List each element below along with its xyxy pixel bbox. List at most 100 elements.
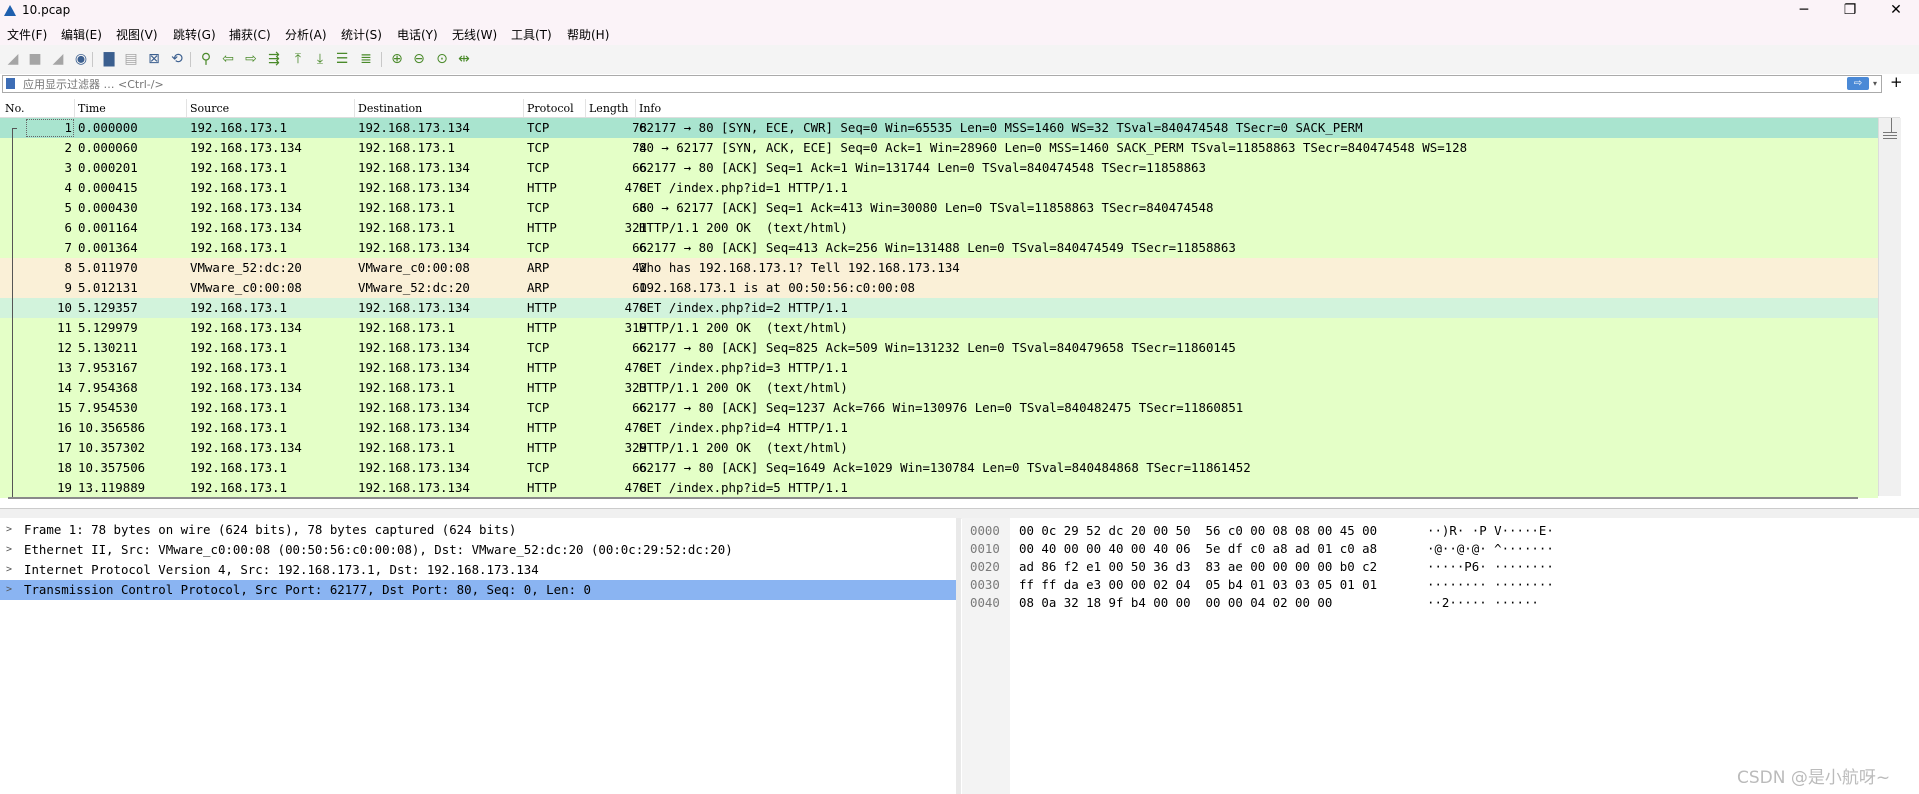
zoom-in-icon[interactable]: ⊕: [388, 50, 406, 68]
details-tree-item[interactable]: > Frame 1: 78 bytes on wire (624 bits), 7…: [0, 520, 956, 540]
close-file-icon[interactable]: ⊠: [145, 50, 163, 68]
menu-capture[interactable]: 捕获(C): [229, 26, 271, 43]
menu-analyze[interactable]: 分析(A): [285, 26, 327, 43]
packet-protocol: HTTP: [527, 440, 557, 455]
column-divider[interactable]: [186, 99, 187, 117]
column-header-destination[interactable]: Destination: [358, 102, 422, 115]
go-forward-icon[interactable]: ⇨: [242, 50, 260, 68]
packet-row[interactable]: 18 10.357506 192.168.173.1 192.168.173.134 T…: [0, 458, 1878, 478]
expand-chevron-icon[interactable]: >: [6, 560, 12, 580]
packet-number: 2: [64, 140, 72, 155]
details-tree-item[interactable]: > Transmission Control Protocol, Src Port…: [0, 580, 956, 600]
menu-go[interactable]: 跳转(G): [173, 26, 216, 43]
column-header-no[interactable]: No.: [5, 102, 25, 115]
start-capture-icon[interactable]: ◢: [4, 50, 22, 68]
column-divider[interactable]: [635, 99, 636, 117]
auto-scroll-icon[interactable]: ☰: [333, 50, 351, 68]
menu-wireless[interactable]: 无线(W): [452, 26, 497, 43]
save-file-icon[interactable]: ▤: [122, 50, 140, 68]
packet-destination: 192.168.173.134: [358, 240, 470, 255]
packet-row[interactable]: 4 0.000415 192.168.173.1 192.168.173.134 HTT…: [0, 178, 1878, 198]
menu-statistics[interactable]: 统计(S): [341, 26, 382, 43]
details-tree-item[interactable]: > Ethernet II, Src: VMware_c0:00:08 (00:5…: [0, 540, 956, 560]
menu-file[interactable]: 文件(F): [7, 26, 47, 43]
packet-row[interactable]: 8 5.011970 VMware_52:dc:20 VMware_c0:00:08 A…: [0, 258, 1878, 278]
find-packet-icon[interactable]: ⚲: [197, 50, 215, 68]
packet-row[interactable]: 6 0.001164 192.168.173.134 192.168.173.1 HTT…: [0, 218, 1878, 238]
go-first-icon[interactable]: ⤒: [289, 50, 307, 68]
packet-row[interactable]: 16 10.356586 192.168.173.1 192.168.173.134 H…: [0, 418, 1878, 438]
filter-bookmark-icon[interactable]: [6, 78, 15, 89]
packet-time: 5.129357: [78, 300, 138, 315]
menu-help[interactable]: 帮助(H): [567, 26, 609, 43]
capture-options-icon[interactable]: ◉: [72, 50, 90, 68]
packet-row[interactable]: 10 5.129357 192.168.173.1 192.168.173.134 HT…: [0, 298, 1878, 318]
go-last-icon[interactable]: ⤓: [311, 50, 329, 68]
packet-number: 14: [57, 380, 72, 395]
expand-chevron-icon[interactable]: >: [6, 540, 12, 560]
apply-filter-button[interactable]: ⇨: [1847, 77, 1869, 90]
menu-telephony[interactable]: 电话(Y): [397, 26, 438, 43]
toolbar-separator: [381, 52, 382, 67]
packet-protocol: TCP: [527, 400, 550, 415]
menu-view[interactable]: 视图(V): [116, 26, 158, 43]
filter-history-dropdown[interactable]: ▾: [1873, 77, 1883, 91]
packet-row[interactable]: 13 7.953167 192.168.173.1 192.168.173.134 HT…: [0, 358, 1878, 378]
go-back-icon[interactable]: ⇦: [219, 50, 237, 68]
resize-columns-icon[interactable]: ⇹: [455, 50, 473, 68]
expand-chevron-icon[interactable]: >: [6, 520, 12, 540]
column-divider[interactable]: [523, 99, 524, 117]
column-header-time[interactable]: Time: [78, 102, 106, 115]
column-divider[interactable]: [74, 99, 75, 117]
packet-number: 7: [64, 240, 72, 255]
packet-row[interactable]: 11 5.129979 192.168.173.134 192.168.173.1 HT…: [0, 318, 1878, 338]
restore-button[interactable]: ❐: [1827, 0, 1873, 21]
packet-row[interactable]: 15 7.954530 192.168.173.1 192.168.173.134 TC…: [0, 398, 1878, 418]
zoom-out-icon[interactable]: ⊖: [410, 50, 428, 68]
main-toolbar: ◢ ■ ◢ ◉ ▇ ▤ ⊠ ⟲ ⚲ ⇦ ⇨ ⇶ ⤒ ⤓ ☰ ≣ ⊕ ⊖ ⊙ ⇹: [0, 45, 1919, 75]
packet-row[interactable]: 12 5.130211 192.168.173.1 192.168.173.134 TC…: [0, 338, 1878, 358]
packet-list-minimap-scrollbar[interactable]: [1878, 118, 1901, 496]
conversation-bracket: [12, 128, 13, 498]
minimize-button[interactable]: ─: [1781, 0, 1827, 21]
column-divider[interactable]: [354, 99, 355, 117]
details-tree-item[interactable]: > Internet Protocol Version 4, Src: 192.1…: [0, 560, 956, 580]
packet-protocol: HTTP: [527, 300, 557, 315]
bytes-hex: 08 0a 32 18 9f b4 00 00 00 00 04 02 00 0…: [1019, 595, 1333, 610]
packet-row[interactable]: 5 0.000430 192.168.173.134 192.168.173.1 TCP…: [0, 198, 1878, 218]
expand-chevron-icon[interactable]: >: [6, 580, 12, 600]
menu-edit[interactable]: 编辑(E): [61, 26, 102, 43]
details-tree-label: Internet Protocol Version 4, Src: 192.16…: [24, 562, 539, 577]
packet-destination: VMware_52:dc:20: [358, 280, 470, 295]
packet-list-horizontal-scrollbar[interactable]: [0, 495, 1878, 503]
packet-row[interactable]: 9 5.012131 VMware_c0:00:08 VMware_52:dc:20 A…: [0, 278, 1878, 298]
reload-file-icon[interactable]: ⟲: [168, 50, 186, 68]
packet-row[interactable]: 3 0.000201 192.168.173.1 192.168.173.134 TCP…: [0, 158, 1878, 178]
packet-row[interactable]: 14 7.954368 192.168.173.134 192.168.173.1 HT…: [0, 378, 1878, 398]
column-header-source[interactable]: Source: [190, 102, 229, 115]
packet-source: VMware_52:dc:20: [190, 260, 302, 275]
colorize-icon[interactable]: ≣: [357, 50, 375, 68]
packet-row[interactable]: 1 0.000000 192.168.173.1 192.168.173.134 TCP…: [0, 118, 1878, 138]
horizontal-scrollbar-thumb[interactable]: [8, 497, 1858, 499]
column-header-length[interactable]: Length: [589, 102, 628, 115]
packet-row[interactable]: 17 10.357302 192.168.173.134 192.168.173.1 H…: [0, 438, 1878, 458]
open-file-icon[interactable]: ▇: [100, 50, 118, 68]
packet-bytes-pane: 0000 00 0c 29 52 dc 20 00 50 56 c0 00 08 …: [962, 518, 1919, 794]
packet-destination: 192.168.173.134: [358, 120, 470, 135]
column-header-protocol[interactable]: Protocol: [527, 102, 574, 115]
column-divider[interactable]: [585, 99, 586, 117]
details-scrollbar[interactable]: [956, 518, 961, 794]
display-filter-input[interactable]: [23, 76, 1823, 92]
close-button[interactable]: ✕: [1873, 0, 1919, 21]
column-header-info[interactable]: Info: [639, 102, 661, 115]
add-filter-button[interactable]: +: [1890, 74, 1903, 90]
packet-details-tree: > Frame 1: 78 bytes on wire (624 bits), 7…: [0, 518, 957, 794]
zoom-normal-icon[interactable]: ⊙: [433, 50, 451, 68]
go-to-packet-icon[interactable]: ⇶: [265, 50, 283, 68]
stop-capture-icon[interactable]: ■: [26, 50, 44, 68]
packet-row[interactable]: 7 0.001364 192.168.173.1 192.168.173.134 TCP…: [0, 238, 1878, 258]
packet-row[interactable]: 2 0.000060 192.168.173.134 192.168.173.1 TCP…: [0, 138, 1878, 158]
menu-tools[interactable]: 工具(T): [511, 26, 552, 43]
restart-capture-icon[interactable]: ◢: [49, 50, 67, 68]
